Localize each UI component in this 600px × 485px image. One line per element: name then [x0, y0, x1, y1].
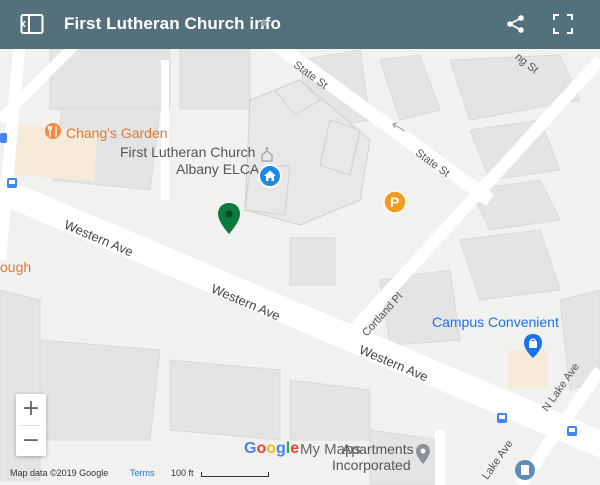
- map-attribution: Map data ©2019 Google: [10, 468, 109, 478]
- parking-icon[interactable]: P: [382, 189, 408, 215]
- church-icon: [261, 147, 273, 162]
- location-pin-icon[interactable]: [216, 202, 242, 236]
- terms-link[interactable]: Terms: [130, 468, 155, 478]
- place-label-church-line2[interactable]: Albany ELCA: [176, 161, 259, 177]
- map-canvas[interactable]: State St State St ng St Western Ave West…: [0, 49, 600, 485]
- my-maps-label: My Maps: [300, 441, 361, 458]
- svg-text:P: P: [390, 194, 399, 210]
- google-logo-letter: g: [276, 440, 286, 457]
- star-icon[interactable]: ★: [258, 15, 270, 31]
- zoom-in-button[interactable]: +: [16, 394, 46, 424]
- shopping-icon[interactable]: [522, 333, 544, 359]
- home-marker-icon[interactable]: [257, 163, 283, 189]
- google-logo-letter: e: [290, 440, 300, 457]
- place-label-partial: ough: [0, 259, 32, 275]
- google-logo-letter: G: [244, 440, 257, 457]
- place-label-changs-garden[interactable]: Chang's Garden: [66, 125, 168, 141]
- map-viewer: State St State St ng St Western Ave West…: [0, 0, 600, 485]
- restaurant-icon[interactable]: [44, 122, 62, 142]
- place-label-church-line1[interactable]: First Lutheran Church: [120, 144, 255, 160]
- place-label-campus-convenient[interactable]: Campus Convenient: [432, 314, 559, 330]
- map-base: [0, 49, 600, 485]
- scale-label: 100 ft: [171, 468, 194, 478]
- google-logo-letter: o: [266, 440, 277, 457]
- sidebar-toggle-icon[interactable]: [20, 13, 44, 35]
- google-logo: Google: [244, 440, 299, 458]
- map-title: First Lutheran Church info: [64, 14, 281, 33]
- google-logo-letter: o: [256, 440, 267, 457]
- header-bar: First Lutheran Church info ★: [0, 0, 600, 49]
- scale-bar: [201, 472, 269, 477]
- share-icon[interactable]: [505, 13, 527, 35]
- map-footer: Map data ©2019 Google Terms 100 ft: [0, 462, 600, 485]
- zoom-out-button[interactable]: −: [16, 426, 46, 456]
- zoom-control: + −: [16, 394, 46, 456]
- fullscreen-icon[interactable]: [552, 13, 574, 35]
